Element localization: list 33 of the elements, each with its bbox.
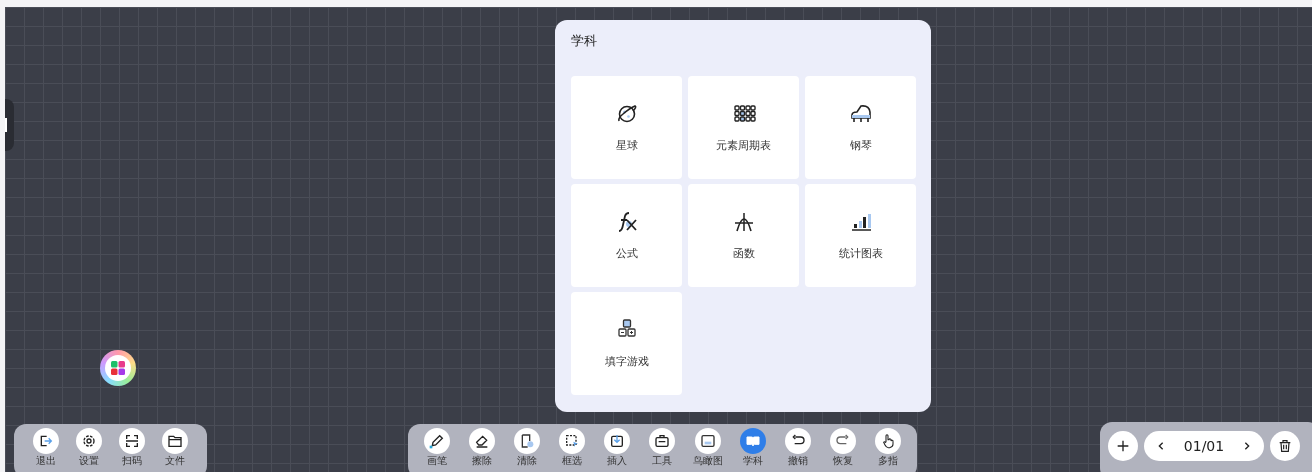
- next-icon[interactable]: [1242, 441, 1252, 451]
- selection-icon: [564, 433, 581, 449]
- overview-icon: [699, 433, 716, 449]
- trash-icon: [1277, 438, 1293, 454]
- tile-label: 填字游戏: [604, 354, 649, 369]
- book-icon: [744, 433, 761, 449]
- subject-tile[interactable]: 星球: [571, 76, 682, 179]
- subject-tile[interactable]: 公式: [571, 184, 682, 287]
- folder-icon: [167, 433, 184, 449]
- tile-label: 函数: [732, 246, 755, 261]
- tile-label: 元素周期表: [716, 138, 771, 153]
- plus-icon: [1115, 438, 1131, 454]
- page-number: 01/01: [1183, 438, 1225, 454]
- apps-icon: [110, 360, 126, 376]
- apps-button[interactable]: [100, 350, 136, 386]
- import-icon: [609, 433, 626, 449]
- subject-tile[interactable]: 元素周期表: [688, 76, 799, 179]
- pencil-icon: [429, 433, 445, 449]
- tile-label: 统计图表: [838, 246, 883, 261]
- add-page-button[interactable]: [1108, 431, 1138, 461]
- subject-tile[interactable]: 函数: [688, 184, 799, 287]
- tile-label: 公式: [615, 246, 638, 261]
- clear-icon: [519, 433, 536, 449]
- toolbox-icon: [654, 433, 671, 449]
- delete-page-button[interactable]: [1270, 431, 1300, 461]
- panel-title: 学科: [571, 32, 598, 50]
- previous-icon[interactable]: [1156, 441, 1166, 451]
- tile-label: 钢琴: [849, 138, 872, 153]
- tile-label: 星球: [615, 138, 638, 153]
- scan-icon: [124, 433, 141, 449]
- subject-tile[interactable]: 钢琴: [805, 76, 916, 179]
- subject-tile[interactable]: 统计图表: [805, 184, 916, 287]
- subject-tile[interactable]: 填字游戏: [571, 292, 682, 395]
